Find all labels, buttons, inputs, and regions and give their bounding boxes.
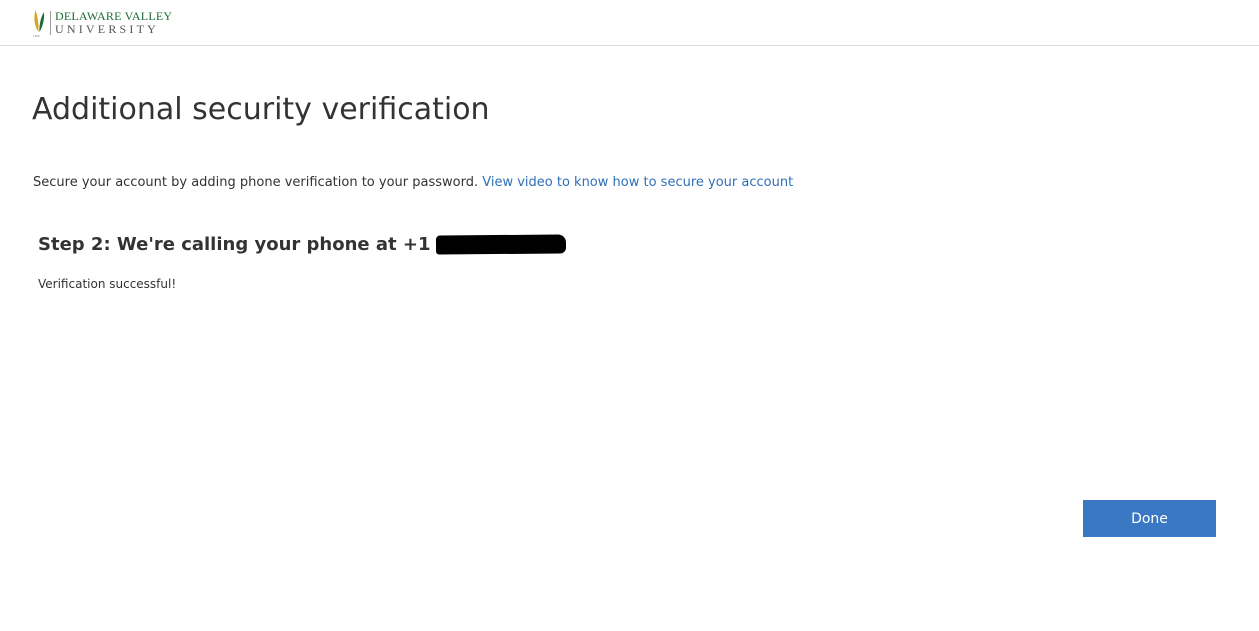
logo-year: 1896	[33, 34, 40, 38]
step-title: Step 2: We're calling your phone at +1	[38, 234, 566, 255]
intro-paragraph: Secure your account by adding phone veri…	[33, 175, 793, 190]
logo-wordmark: DELAWARE VALLEY UNIVERSITY	[55, 9, 172, 35]
step-title-text: Step 2: We're calling your phone at +1	[38, 234, 431, 255]
leaf-logo-icon: 1896	[33, 9, 45, 39]
page-title: Additional security verification	[32, 92, 490, 127]
verification-status: Verification successful!	[38, 277, 177, 291]
redacted-phone-number	[435, 234, 566, 255]
university-logo: 1896 DELAWARE VALLEY UNIVERSITY	[33, 9, 172, 39]
logo-name-line2: UNIVERSITY	[55, 22, 159, 36]
logo-name-line1: DELAWARE VALLEY	[55, 9, 173, 23]
intro-text: Secure your account by adding phone veri…	[33, 175, 479, 190]
view-video-link[interactable]: View video to know how to secure your ac…	[482, 175, 793, 190]
page-header: 1896 DELAWARE VALLEY UNIVERSITY	[0, 0, 1259, 46]
done-button[interactable]: Done	[1083, 500, 1216, 537]
logo-divider	[50, 11, 51, 35]
